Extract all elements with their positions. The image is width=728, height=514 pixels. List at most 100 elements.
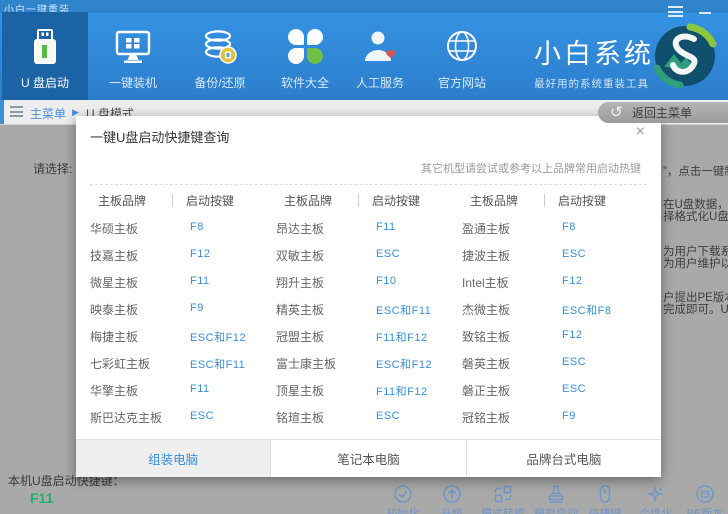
key-header: 启动按键: [558, 192, 606, 209]
hamburger-menu-icon[interactable]: [10, 106, 23, 117]
accent-strip: [0, 100, 4, 124]
nav-item-support[interactable]: 人工服务: [337, 12, 423, 100]
key-cell: F8: [562, 221, 576, 233]
brand-cell: 华擎主板: [90, 382, 138, 399]
table-row: 七彩虹主板 ESC和F11: [90, 349, 262, 376]
key-cell: F10: [376, 275, 396, 287]
table-row: 华硕主板F8: [90, 214, 262, 241]
brand-cell: 顶星主板: [276, 382, 324, 399]
key-cell: F11: [376, 221, 396, 233]
table-header: 主板品牌 启动按键: [462, 192, 634, 212]
brand-cell: 盈通主板: [462, 220, 510, 237]
hamburger-menu-icon[interactable]: [668, 6, 683, 17]
nav-item-label: 备份/还原: [177, 74, 263, 91]
table-row: 昂达主板F11: [276, 214, 448, 241]
background-text-fragment: 为用户维护以: [663, 255, 728, 271]
background-text-fragment: 择格式化U盘且: [663, 208, 728, 224]
app-window: 小白一键重装 U 盘启动: [0, 0, 728, 514]
hotkey-dialog: 一键U盘启动快捷键查询 × 其它机型请尝试或参考以上品牌常用启动热键 主板品牌 …: [76, 116, 661, 477]
table-row: 映泰主板 F9: [90, 295, 262, 322]
tab-brand-desktop[interactable]: 品牌台式电脑: [466, 440, 661, 477]
brand-header: 主板品牌: [284, 192, 332, 209]
brand-block: 小白系统 最好用的系统重装工具: [534, 32, 654, 91]
tab-assembled-pc[interactable]: 组装电脑: [76, 440, 270, 477]
key-cell: F12: [190, 248, 210, 260]
nav-item-label: 人工服务: [337, 74, 423, 91]
brand-cell: 技嘉主板: [90, 247, 138, 264]
brand-header: 主板品牌: [98, 192, 146, 209]
nav-item-backup-restore[interactable]: 备份/还原: [177, 12, 263, 100]
brand-cell: 冠铭主板: [462, 409, 510, 426]
table-row: 磐正主板ESC: [462, 376, 634, 403]
table-header: 主板品牌 启动按键: [90, 192, 262, 212]
brand-name: 小白系统: [534, 32, 654, 71]
toolbar-item-initialize[interactable]: 初始化: [379, 484, 427, 504]
key-cell: ESC: [376, 410, 400, 422]
back-button-label: 返回主菜单: [632, 106, 692, 120]
key-cell: ESC和F12: [190, 329, 246, 345]
close-icon[interactable]: ×: [636, 124, 645, 140]
key-header: 启动按键: [372, 192, 420, 209]
toolbar-item-simulate-boot[interactable]: 模拟启动: [532, 484, 580, 504]
app-header: 小白一键重装 U 盘启动: [0, 0, 728, 100]
header-divider: [358, 194, 359, 207]
nav-item-official-site[interactable]: 官方网站: [419, 12, 505, 100]
local-hotkey-value: F11: [30, 490, 53, 506]
nav-item-label: 软件大全: [262, 74, 348, 91]
brand-cell: 映泰主板: [90, 301, 138, 318]
support-person-icon: [361, 28, 399, 66]
table-row: 华擎主板 F11: [90, 376, 262, 403]
backup-disks-icon: [201, 28, 239, 66]
key-cell: F9: [190, 302, 204, 314]
toolbar-item-mode-switch[interactable]: 模式转换: [479, 484, 527, 504]
nav-item-label: 一键装机: [90, 74, 176, 91]
table-row: 梅捷主板ESC和F12: [90, 322, 262, 349]
key-cell: ESC和F12: [376, 356, 432, 372]
table-row: 微星主板F11: [90, 268, 262, 295]
toolbar-item-personalize[interactable]: 个性化: [632, 484, 680, 504]
key-cell: ESC和F11: [190, 356, 245, 372]
mouse-icon: [595, 484, 615, 504]
hotkey-table-column: 主板品牌 启动按键 昂达主板F11双敏主板ESC翔升主板F10精英主板ESC和F…: [276, 116, 448, 440]
check-circle-icon: [393, 484, 413, 504]
toolbar-item-pe-version[interactable]: PE版本: [681, 484, 728, 504]
header-divider: [172, 194, 173, 207]
nav-item-software-collection[interactable]: 软件大全: [262, 12, 348, 100]
brand-cell: 七彩虹主板: [90, 355, 150, 372]
toolbar-item-hotkeys[interactable]: 快捷键: [581, 484, 629, 504]
nav-item-one-key-install[interactable]: 一键装机: [90, 12, 176, 100]
table-row: 捷波主板ESC: [462, 241, 634, 268]
breadcrumb-root[interactable]: 主菜单: [30, 105, 66, 122]
minimize-icon[interactable]: [699, 12, 711, 14]
hotkey-table-column: 主板品牌 启动按键 盈通主板 F8 捷波主板ESC Intel主板 F12 杰微主板 ESC…: [462, 116, 634, 440]
return-arrow-icon: ↺: [610, 103, 623, 121]
key-cell: F11: [190, 383, 210, 395]
nav-item-label: U 盘启动: [2, 74, 88, 91]
key-cell: ESC: [562, 383, 586, 395]
brand-cell: 冠盟主板: [276, 328, 324, 345]
back-to-main-menu-button[interactable]: ↺ 返回主菜单: [598, 102, 728, 123]
brand-cell: 捷波主板: [462, 247, 510, 264]
brand-cell: 微星主板: [90, 274, 138, 291]
header-divider: [544, 194, 545, 207]
key-cell: F12: [562, 275, 582, 287]
brand-cell: 双敏主板: [276, 247, 324, 264]
brand-cell: 磐英主板: [462, 355, 510, 372]
brand-slogan: 最好用的系统重装工具: [534, 76, 654, 91]
table-row: 双敏主板ESC: [276, 241, 448, 268]
personalize-star-icon: [646, 484, 666, 504]
toolbar-item-upgrade[interactable]: 升级: [428, 484, 476, 504]
tab-laptop[interactable]: 笔记本电脑: [270, 440, 465, 477]
software-grid-icon: [286, 28, 324, 66]
key-cell: ESC: [190, 410, 214, 422]
monitor-install-icon: [114, 28, 152, 66]
hotkey-table-column: 主板品牌 启动按键 华硕主板F8技嘉主板F12微星主板F11映泰主板F9梅捷主板…: [90, 116, 262, 440]
xiaobai-logo: [652, 23, 718, 94]
brand-cell: 杰微主板: [462, 301, 510, 318]
table-row: 致铭主板F12: [462, 322, 634, 349]
nav-item-usb-boot[interactable]: U 盘启动: [2, 12, 88, 100]
nav-item-label: 官方网站: [419, 74, 505, 91]
dialog-tab-bar: 组装电脑 笔记本电脑 品牌台式电脑: [76, 439, 661, 477]
brand-cell: Intel主板: [462, 274, 509, 291]
simulate-boot-stamp-icon: [546, 484, 566, 504]
